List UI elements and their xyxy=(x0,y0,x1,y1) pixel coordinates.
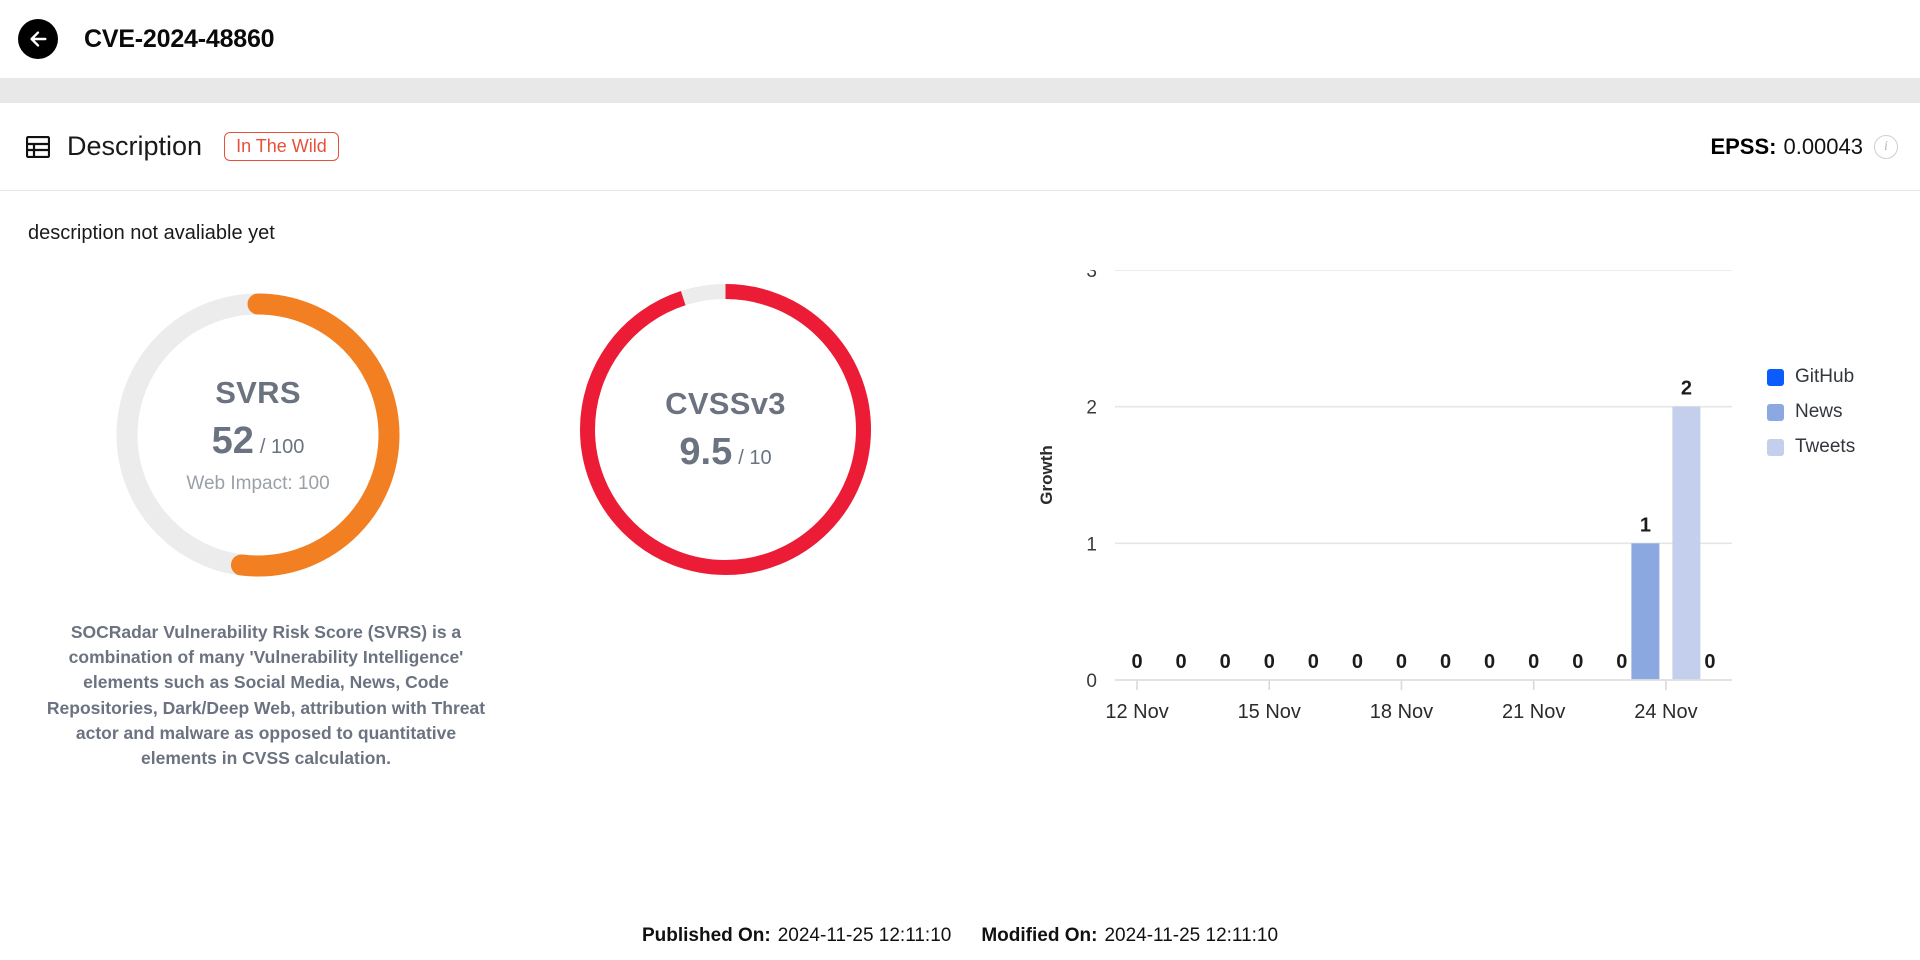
svg-text:21 Nov: 21 Nov xyxy=(1502,701,1565,723)
footer-dates: Published On: 2024-11-25 12:11:10 Modifi… xyxy=(0,925,1920,947)
growth-bar-chart: 0 1 2 3 Growth 12 Nov 15 Nov 18 Nov 21 Nov 24 Nov… xyxy=(1020,270,1920,890)
svg-text:2: 2 xyxy=(1086,398,1097,419)
svg-text:Growth: Growth xyxy=(1037,445,1056,505)
legend-swatch-news xyxy=(1767,403,1784,421)
svg-text:0: 0 xyxy=(1352,651,1363,673)
header-separator-band xyxy=(0,78,1920,103)
svg-text:0: 0 xyxy=(1131,651,1142,673)
svg-text:0: 0 xyxy=(1484,651,1495,673)
svg-text:0: 0 xyxy=(1396,651,1407,673)
svg-text:0: 0 xyxy=(1220,651,1231,673)
svg-text:0: 0 xyxy=(1704,651,1715,673)
svg-text:0: 0 xyxy=(1176,651,1187,673)
description-bar: Description In The Wild EPSS: 0.00043 i xyxy=(0,103,1920,190)
legend-item[interactable]: GitHub xyxy=(1767,366,1855,388)
svrs-gauge: SVRS 52 / 100 Web Impact: 100 xyxy=(103,280,413,590)
description-title: Description xyxy=(67,131,203,161)
page-root: CVE-2024-48860 Description In The Wild E… xyxy=(0,0,1920,960)
svrs-explanation: SOCRadar Vulnerability Risk Score (SVRS)… xyxy=(46,622,486,768)
svg-text:0: 0 xyxy=(1264,651,1275,673)
description-bar-left: Description In The Wild xyxy=(0,131,339,162)
published-on-value: 2024-11-25 12:11:10 xyxy=(777,925,952,946)
legend-swatch-tweets xyxy=(1767,438,1784,456)
svg-text:15 Nov: 15 Nov xyxy=(1238,701,1301,723)
page-title: CVE-2024-48860 xyxy=(84,24,275,53)
svg-text:0: 0 xyxy=(1086,671,1097,692)
legend-swatch-github xyxy=(1767,368,1784,386)
legend-label: GitHub xyxy=(1795,366,1855,387)
svg-text:0: 0 xyxy=(1616,651,1627,673)
svg-text:18 Nov: 18 Nov xyxy=(1370,701,1433,723)
description-divider xyxy=(0,190,1920,191)
description-text: description not avaliable yet xyxy=(28,222,275,244)
svg-text:2: 2 xyxy=(1681,378,1692,400)
svg-text:0: 0 xyxy=(1572,651,1583,673)
svg-text:3: 3 xyxy=(1086,270,1097,282)
cvssv3-gauge: CVSSv3 9.5 / 10 xyxy=(573,277,878,582)
svg-text:0: 0 xyxy=(1308,651,1319,673)
arrow-left-icon xyxy=(27,28,49,50)
svg-text:0: 0 xyxy=(1440,651,1451,673)
legend-item[interactable]: Tweets xyxy=(1767,436,1855,458)
svg-text:24 Nov: 24 Nov xyxy=(1634,701,1697,723)
svg-text:1: 1 xyxy=(1086,534,1097,555)
legend-item[interactable]: News xyxy=(1767,401,1855,423)
table-grid-icon xyxy=(25,135,51,158)
top-header: CVE-2024-48860 xyxy=(0,0,1920,78)
chart-legend: GitHub News Tweets xyxy=(1767,366,1855,471)
modified-on-value: 2024-11-25 12:11:10 xyxy=(1104,925,1279,946)
svg-text:1: 1 xyxy=(1640,514,1651,536)
svg-text:0: 0 xyxy=(1528,651,1539,673)
epss-label: EPSS: xyxy=(1710,133,1777,159)
info-icon[interactable]: i xyxy=(1874,134,1898,159)
status-badge-in-the-wild: In The Wild xyxy=(224,132,339,161)
epss-value: 0.00043 xyxy=(1783,133,1863,159)
published-on-label: Published On: xyxy=(641,925,771,946)
back-button[interactable] xyxy=(18,19,58,59)
svg-text:12 Nov: 12 Nov xyxy=(1105,701,1168,723)
legend-label: News xyxy=(1795,401,1843,422)
epss-group: EPSS: 0.00043 i xyxy=(1710,134,1920,160)
legend-label: Tweets xyxy=(1795,436,1856,457)
modified-on-label: Modified On: xyxy=(981,925,1098,946)
